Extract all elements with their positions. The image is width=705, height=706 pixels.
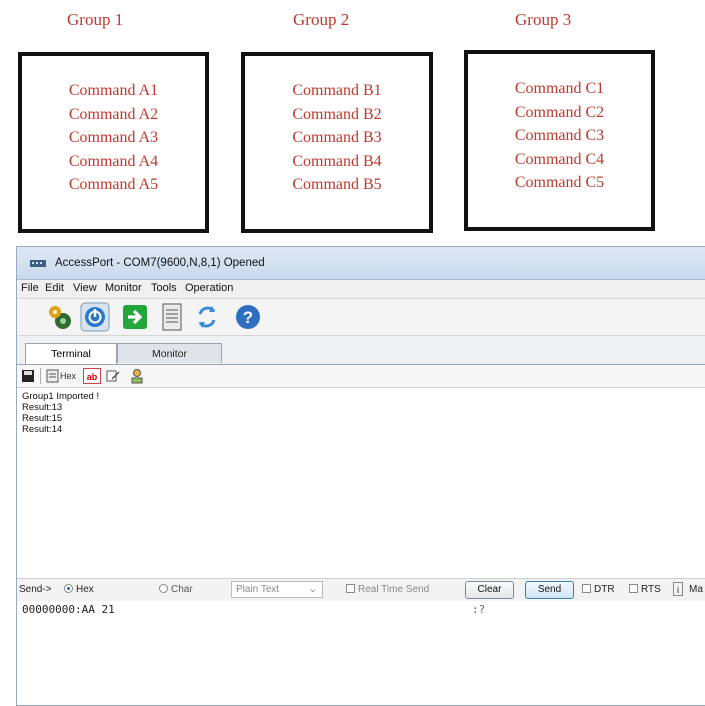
output-line: Result:13 — [22, 402, 63, 413]
command-item: Command A2 — [68, 105, 159, 123]
settings-gear-icon[interactable] — [45, 302, 75, 332]
menu-operation[interactable]: Operation — [185, 282, 233, 294]
checkbox-box — [346, 584, 355, 593]
command-list: Command C1 Command C2 Command C3 Command… — [468, 77, 651, 195]
dtr-label: DTR — [594, 584, 615, 595]
command-item: Command B5 — [292, 176, 382, 193]
hex-radio[interactable]: Hex — [64, 584, 94, 595]
char-radio[interactable]: Char — [159, 584, 193, 595]
menu-view[interactable]: View — [73, 282, 97, 294]
user-icon[interactable] — [130, 368, 144, 384]
command-item: Command B4 — [292, 152, 382, 170]
dtr-checkbox[interactable]: DTR — [582, 584, 615, 595]
group-title: Group 1 — [67, 10, 124, 29]
serial-port-icon — [30, 260, 46, 267]
menu-tools[interactable]: Tools — [151, 282, 177, 294]
command-item: Command C3 — [514, 127, 605, 144]
checkbox-box — [582, 584, 591, 593]
command-list: Command A1 Command A2 Command A3 Command… — [22, 79, 205, 197]
group-box: Command C1 Command C2 Command C3 Command… — [464, 50, 655, 231]
enter-arrow-icon[interactable] — [120, 302, 150, 332]
command-item: Command B1 — [292, 82, 382, 99]
window-title: AccessPort - COM7(9600,N,8,1) Opened — [55, 257, 265, 269]
ascii-preview: :? — [472, 603, 486, 616]
svg-text:?: ? — [243, 308, 253, 327]
command-item: Command C5 — [514, 174, 605, 191]
hex-toggle-label[interactable]: Hex — [60, 368, 76, 384]
accessport-window: AccessPort - COM7(9600,N,8,1) Opened Fil… — [16, 246, 705, 706]
hex-view-icon[interactable] — [46, 368, 59, 384]
group-box: Command A1 Command A2 Command A3 Command… — [18, 52, 209, 233]
clear-edit-icon[interactable] — [106, 368, 120, 384]
main-toolbar: ? — [17, 299, 705, 336]
send-label: Send-> — [19, 584, 52, 595]
realtime-send-label: Real Time Send — [358, 584, 430, 595]
toolbar-divider — [40, 368, 41, 384]
realtime-send-checkbox[interactable]: Real Time Send — [346, 584, 429, 595]
command-item: Command B2 — [292, 105, 382, 123]
send-button[interactable]: Send — [525, 581, 574, 599]
command-item: Command C2 — [514, 103, 605, 121]
format-value: Plain Text — [236, 584, 280, 595]
group-title: Group 2 — [293, 10, 350, 29]
terminal-toolbar: Hex ab — [17, 365, 705, 388]
info-icon[interactable]: i — [673, 582, 683, 596]
title-bar[interactable]: AccessPort - COM7(9600,N,8,1) Opened — [17, 247, 705, 280]
chevron-down-icon: ⌄ — [308, 584, 317, 595]
command-list: Command B1 Command B2 Command B3 Command… — [245, 79, 429, 197]
text-mode-toggle[interactable]: ab — [83, 368, 101, 384]
command-item: Command A1 — [68, 82, 159, 99]
char-radio-label: Char — [171, 584, 193, 595]
clear-button[interactable]: Clear — [465, 581, 514, 599]
terminal-output: Group1 Imported ! Result:13 Result:15 Re… — [22, 391, 99, 435]
rts-label: RTS — [641, 584, 661, 595]
command-item: Command B3 — [292, 129, 382, 146]
command-item: Command A3 — [68, 129, 159, 146]
hex-input-line: 00000000:AA 21 — [22, 603, 115, 616]
menu-edit[interactable]: Edit — [45, 282, 64, 294]
command-item: Command C4 — [514, 150, 605, 168]
tab-monitor[interactable]: Monitor — [117, 343, 222, 363]
menu-monitor[interactable]: Monitor — [105, 282, 142, 294]
help-icon[interactable]: ? — [233, 302, 263, 332]
command-item: Command C1 — [514, 80, 605, 97]
checkbox-box — [629, 584, 638, 593]
save-icon[interactable] — [21, 368, 35, 384]
rts-checkbox[interactable]: RTS — [629, 584, 661, 595]
group-box: Command B1 Command B2 Command B3 Command… — [241, 52, 433, 233]
tab-strip: Terminal Monitor — [17, 336, 705, 365]
power-icon[interactable] — [80, 302, 110, 332]
format-dropdown[interactable]: Plain Text ⌄ — [231, 581, 323, 598]
tab-terminal[interactable]: Terminal — [25, 343, 117, 364]
send-bar: Send-> Hex Char Plain Text ⌄ Real Time S… — [17, 578, 705, 602]
radio-dot — [159, 584, 168, 593]
send-input-area[interactable]: 00000000:AA 21 :? — [17, 601, 705, 705]
document-icon[interactable] — [157, 302, 187, 332]
menu-bar: File Edit View Monitor Tools Operation — [17, 280, 705, 299]
output-line: Result:15 — [22, 413, 63, 424]
command-item: Command A5 — [68, 176, 159, 193]
extra-option-label[interactable]: Ma — [689, 584, 703, 595]
radio-dot — [64, 584, 73, 593]
command-item: Command A4 — [68, 152, 159, 170]
group-title: Group 3 — [515, 10, 572, 29]
output-line: Group1 Imported ! — [22, 391, 100, 402]
output-line: Result:14 — [22, 424, 63, 435]
hex-radio-label: Hex — [76, 584, 94, 595]
refresh-icon[interactable] — [192, 302, 222, 332]
menu-file[interactable]: File — [21, 282, 39, 294]
